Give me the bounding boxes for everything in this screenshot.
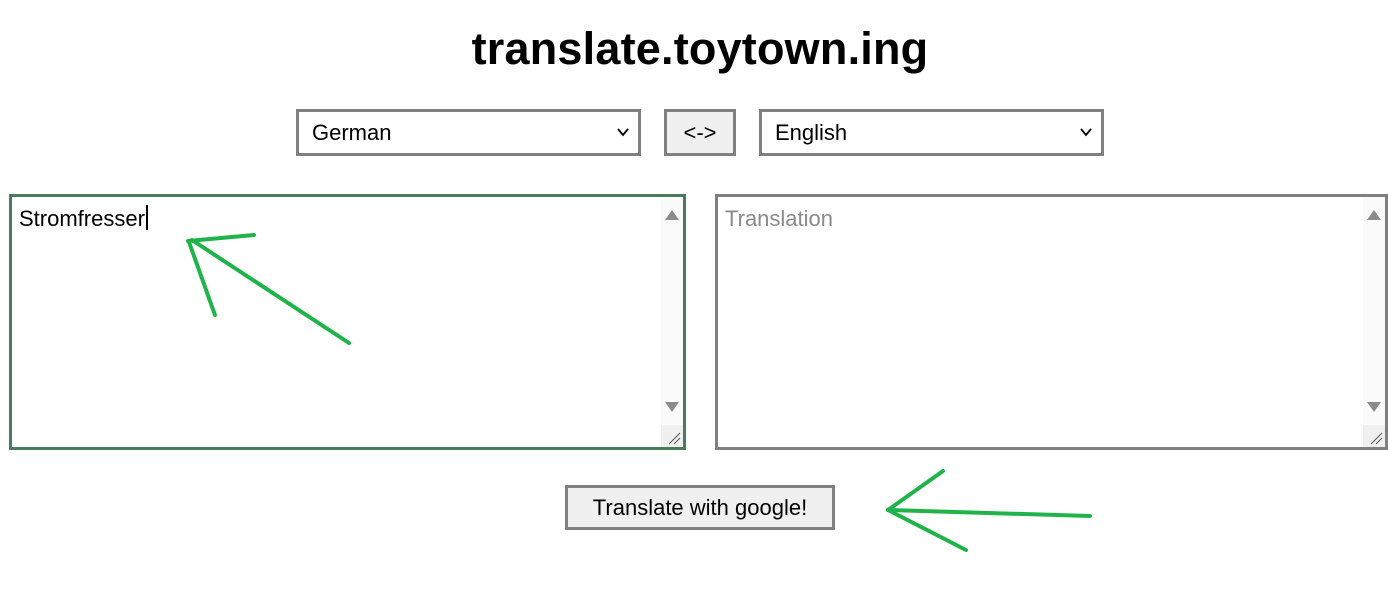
source-text-input[interactable]: Stromfresser bbox=[9, 194, 686, 450]
translation-scrollbar[interactable] bbox=[1363, 197, 1385, 447]
target-language-value: English bbox=[775, 120, 848, 145]
translation-output[interactable]: Translation bbox=[715, 194, 1388, 450]
source-language-select[interactable]: German bbox=[296, 109, 641, 156]
source-text-content: Stromfresser bbox=[19, 205, 148, 233]
source-language-value: German bbox=[312, 120, 392, 145]
page-title: translate.toytown.ing bbox=[471, 23, 929, 74]
chevron-down-icon bbox=[617, 128, 629, 137]
triangle-up-icon[interactable] bbox=[664, 209, 680, 221]
chevron-down-icon bbox=[1080, 128, 1092, 137]
resize-grip-icon[interactable] bbox=[1363, 425, 1385, 447]
source-scrollbar[interactable] bbox=[661, 197, 683, 447]
target-language-select[interactable]: English bbox=[759, 109, 1104, 156]
triangle-down-icon[interactable] bbox=[1366, 401, 1382, 413]
triangle-down-icon[interactable] bbox=[664, 401, 680, 413]
text-caret bbox=[145, 205, 148, 230]
triangle-up-icon[interactable] bbox=[1366, 209, 1382, 221]
translate-page: translate.toytown.ing German <-> English… bbox=[0, 0, 1388, 589]
source-text-value: Stromfresser bbox=[19, 206, 145, 231]
swap-languages-button[interactable]: <-> bbox=[664, 109, 736, 156]
translation-placeholder: Translation bbox=[725, 206, 834, 231]
arrow-annotation-button bbox=[886, 469, 1092, 552]
translate-button[interactable]: Translate with google! bbox=[565, 485, 835, 530]
resize-grip-icon[interactable] bbox=[661, 425, 683, 447]
